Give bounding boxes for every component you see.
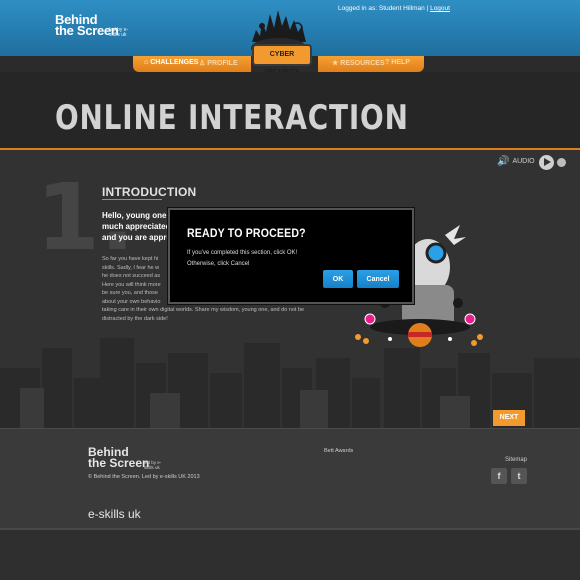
cancel-button[interactable]: Cancel: [357, 270, 399, 288]
audio-label: AUDIO: [512, 158, 535, 165]
ok-button[interactable]: OK: [323, 270, 353, 288]
footer-logo-tagline: led by e-skills uk: [144, 460, 162, 470]
site-logo[interactable]: Behind the Screen led by e-skills uk: [55, 13, 128, 38]
facebook-icon[interactable]: f: [491, 468, 507, 484]
question-icon: ?: [385, 59, 390, 66]
logged-in-user: Student Hillman: [378, 5, 425, 12]
next-button[interactable]: NEXT: [493, 410, 525, 426]
audio-control[interactable]: 🔊 AUDIO: [497, 156, 535, 167]
proceed-dialog: READY TO PROCEED? If you've completed th…: [168, 208, 414, 304]
login-prefix: Logged in as:: [338, 5, 378, 12]
star-icon: ★: [332, 60, 339, 67]
play-button[interactable]: [539, 155, 554, 170]
login-separator: |: [426, 5, 429, 12]
footer-logo-line2: the Screen: [88, 456, 150, 470]
logout-link[interactable]: Logout: [430, 5, 450, 12]
logo-tagline: led by e-skills uk: [109, 27, 129, 38]
sitemap-link[interactable]: Sitemap: [505, 457, 527, 463]
eskills-logo[interactable]: e-skills uk: [88, 507, 141, 521]
dialog-message-line2: Otherwise, click Cancel: [187, 261, 250, 267]
footer-logo[interactable]: Behind the Screen led by e-skills uk: [88, 446, 161, 470]
body-line: distracted by the dark side!: [102, 315, 168, 322]
bett-awards-link[interactable]: Bett Awards: [324, 448, 353, 454]
section-heading: INTRODUCTION: [102, 185, 197, 200]
nav-challenges-label: CHALLENGES: [150, 59, 199, 66]
copyright-text: © Behind the Screen. Led by e-skills UK …: [88, 474, 200, 480]
nav-right: ★ RESOURCES ? HELP: [318, 56, 424, 72]
nav-profile-label: PROFILE: [207, 59, 238, 67]
body-line: taking care in their own digital worlds.…: [102, 307, 305, 313]
person-icon: ♙: [199, 60, 206, 67]
stop-button[interactable]: [557, 158, 566, 167]
login-status: Logged in as: Student Hillman | Logout: [338, 5, 450, 12]
nav-profile[interactable]: ♙ PROFILE: [199, 59, 238, 68]
nav-help[interactable]: ? HELP: [385, 59, 410, 66]
cyber-security-badge: CYBER SECURITY: [252, 44, 312, 76]
dialog-message-line1: If you've completed this section, click …: [187, 250, 298, 256]
page-bottom: [0, 530, 580, 580]
home-icon: ⌂: [144, 59, 149, 66]
nav-left: ⌂ CHALLENGES ♙ PROFILE: [133, 56, 251, 72]
dialog-title: READY TO PROCEED?: [187, 226, 306, 240]
nav-resources[interactable]: ★ RESOURCES: [332, 59, 385, 68]
page-title: ONLINE INTERACTION: [55, 98, 409, 138]
speaker-icon: 🔊: [497, 156, 510, 167]
twitter-icon[interactable]: t: [511, 468, 527, 484]
nav-resources-label: RESOURCES: [340, 59, 385, 67]
nav-challenges[interactable]: ⌂ CHALLENGES: [144, 59, 198, 66]
nav-help-label: HELP: [391, 59, 410, 66]
